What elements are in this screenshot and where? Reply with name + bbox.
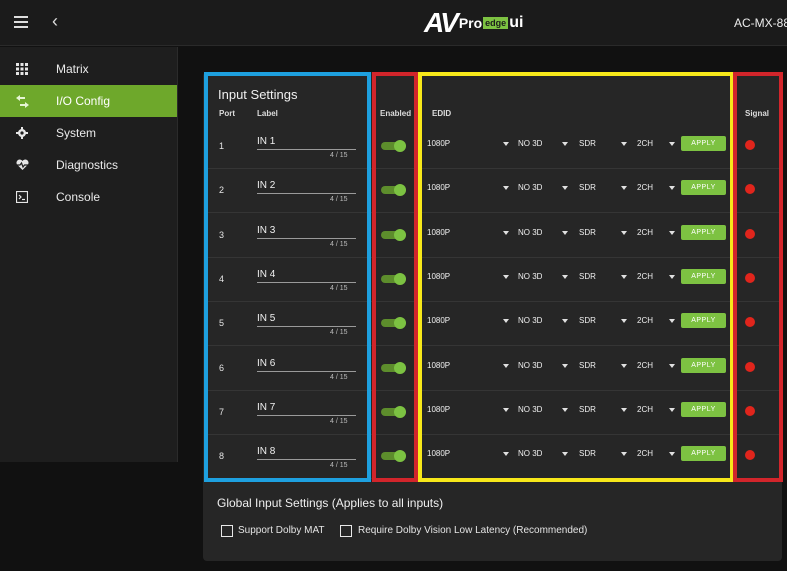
sidebar: Matrix I/O Config System Diagnostics Con… — [0, 47, 178, 462]
sidebar-item-label: Diagnostics — [56, 158, 119, 172]
sidebar-item-label: System — [56, 126, 97, 140]
sidebar-item-label: I/O Config — [56, 94, 111, 108]
label-column-outline — [204, 72, 371, 482]
global-settings-title: Global Input Settings (Applies to all in… — [217, 496, 444, 510]
enabled-column-outline — [372, 72, 418, 482]
sidebar-item-system[interactable]: System — [0, 117, 177, 149]
sidebar-item-label: Console — [56, 190, 101, 204]
signal-column-outline — [733, 72, 783, 482]
logo-pro: Pro — [458, 15, 483, 31]
sidebar-item-console[interactable]: Console — [0, 181, 177, 213]
sidebar-footer — [0, 462, 178, 571]
support-dolby-mat-label: Support Dolby MAT — [238, 525, 325, 536]
logo: AV Pro edge ui — [424, 7, 524, 38]
heart-pulse-icon — [15, 158, 29, 172]
top-bar: ‹ AV Pro edge ui AC-MX-88 — [0, 0, 787, 46]
grid-icon — [15, 62, 29, 76]
menu-icon[interactable] — [14, 16, 28, 28]
sidebar-item-diagnostics[interactable]: Diagnostics — [0, 149, 177, 181]
back-chevron-icon[interactable]: ‹ — [52, 12, 58, 30]
support-dolby-mat-checkbox[interactable] — [221, 525, 233, 537]
logo-av: AV — [424, 7, 459, 38]
sidebar-item-io-config[interactable]: I/O Config — [0, 85, 177, 117]
logo-edge: edge — [483, 17, 509, 29]
gear-icon — [15, 126, 29, 140]
swap-arrows-icon — [15, 94, 29, 108]
device-name: AC-MX-88 — [734, 16, 787, 30]
sidebar-item-label: Matrix — [56, 62, 89, 76]
terminal-icon — [15, 190, 29, 204]
edid-column-outline — [418, 72, 734, 482]
logo-ui: ui — [509, 14, 524, 31]
sidebar-item-matrix[interactable]: Matrix — [0, 53, 177, 85]
dolby-vision-low-latency-checkbox[interactable] — [340, 525, 352, 537]
dolby-vision-low-latency-label: Require Dolby Vision Low Latency (Recomm… — [358, 525, 588, 536]
